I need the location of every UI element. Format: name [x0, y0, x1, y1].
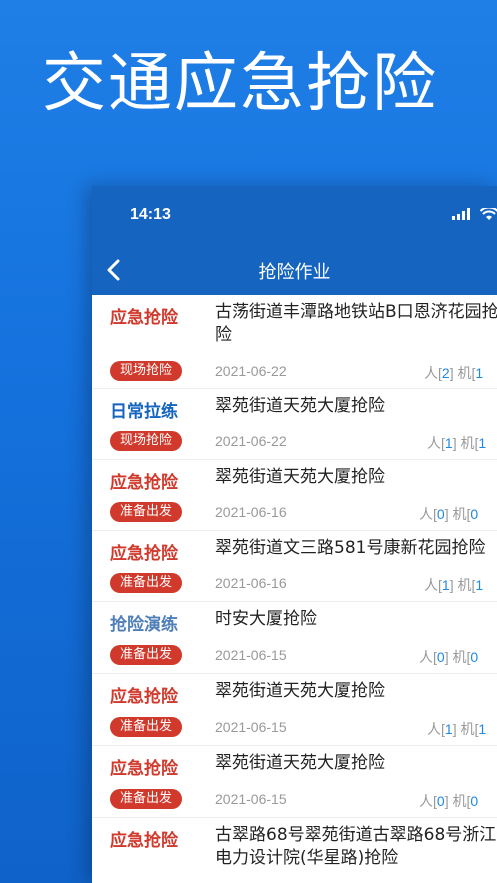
- status-badge: 现场抢险: [110, 431, 183, 451]
- status-bar: 14:13: [92, 186, 497, 246]
- rescue-date: 2021-06-15: [215, 791, 287, 807]
- back-arrow-icon[interactable]: [104, 258, 124, 282]
- nav-bar: 抢险作业: [92, 246, 497, 295]
- rescue-title: 古荡街道丰潭路地铁站B口恩济花园抢险: [215, 302, 497, 345]
- hero-title: 交通应急抢险: [42, 47, 438, 121]
- rescue-date: 2021-06-15: [215, 647, 287, 663]
- list-item[interactable]: 日常拉练 翠苑街道天苑大厦抢险 现场抢险 2021-06-22 人[1] 机[1: [92, 389, 497, 460]
- status-badge: 准备出发: [110, 502, 183, 522]
- resource-stats: 人[1] 机[1: [424, 577, 484, 593]
- rescue-type: 日常拉练: [110, 402, 178, 422]
- status-badge: 准备出发: [110, 645, 183, 665]
- rescue-type: 应急抢险: [110, 831, 178, 851]
- rescue-date: 2021-06-22: [215, 363, 287, 379]
- rescue-date: 2021-06-22: [215, 433, 287, 449]
- nav-title: 抢险作业: [258, 261, 331, 283]
- rescue-list: 应急抢险 古荡街道丰潭路地铁站B口恩济花园抢险 现场抢险 2021-06-22 …: [92, 295, 497, 883]
- rescue-date: 2021-06-16: [215, 504, 287, 520]
- status-badge: 准备出发: [110, 717, 183, 737]
- resource-stats: 人[1] 机[1: [427, 721, 487, 737]
- rescue-type: 应急抢险: [110, 308, 178, 328]
- resource-stats: 人[0] 机[0: [419, 649, 479, 665]
- resource-stats: 人[0] 机[0: [419, 506, 479, 522]
- resource-stats: 人[2] 机[1: [424, 365, 484, 381]
- signal-icon: [452, 208, 470, 220]
- list-item[interactable]: 应急抢险 翠苑街道天苑大厦抢险 准备出发 2021-06-15 人[0] 机[0: [92, 746, 497, 818]
- wifi-icon: [480, 208, 497, 220]
- rescue-type: 应急抢险: [110, 759, 178, 779]
- rescue-type: 抢险演练: [110, 615, 178, 635]
- resource-stats: 人[0] 机[0: [419, 793, 479, 809]
- list-item[interactable]: 应急抢险 古荡街道丰潭路地铁站B口恩济花园抢险 现场抢险 2021-06-22 …: [92, 295, 497, 389]
- rescue-title: 古翠路68号翠苑街道古翠路68号浙江省电力设计院(华星路)抢险: [215, 825, 497, 868]
- list-item[interactable]: 应急抢险 古翠路68号翠苑街道古翠路68号浙江省电力设计院(华星路)抢险: [92, 818, 497, 883]
- rescue-title: 翠苑街道天苑大厦抢险: [215, 753, 385, 773]
- rescue-title: 翠苑街道天苑大厦抢险: [215, 681, 385, 701]
- rescue-title: 翠苑街道天苑大厦抢险: [215, 396, 385, 416]
- rescue-type: 应急抢险: [110, 687, 178, 707]
- status-time: 14:13: [130, 206, 171, 223]
- phone-screen: 14:13 抢险作业 应急抢险 古荡街道丰潭路地铁站B口恩济花园抢险 现场抢险: [92, 186, 497, 883]
- rescue-title: 翠苑街道文三路581号康新花园抢险: [215, 538, 486, 558]
- rescue-date: 2021-06-15: [215, 719, 287, 735]
- list-item[interactable]: 抢险演练 时安大厦抢险 准备出发 2021-06-15 人[0] 机[0: [92, 602, 497, 674]
- list-item[interactable]: 应急抢险 翠苑街道天苑大厦抢险 准备出发 2021-06-16 人[0] 机[0: [92, 460, 497, 531]
- rescue-type: 应急抢险: [110, 473, 178, 493]
- status-badge: 准备出发: [110, 573, 183, 593]
- rescue-title: 翠苑街道天苑大厦抢险: [215, 467, 385, 487]
- list-item[interactable]: 应急抢险 翠苑街道文三路581号康新花园抢险 准备出发 2021-06-16 人…: [92, 531, 497, 602]
- status-badge: 现场抢险: [110, 361, 183, 381]
- rescue-title: 时安大厦抢险: [215, 609, 317, 629]
- rescue-date: 2021-06-16: [215, 575, 287, 591]
- rescue-type: 应急抢险: [110, 544, 178, 564]
- status-icons: [452, 208, 497, 221]
- status-badge: 准备出发: [110, 789, 183, 809]
- resource-stats: 人[1] 机[1: [427, 435, 487, 451]
- list-item[interactable]: 应急抢险 翠苑街道天苑大厦抢险 准备出发 2021-06-15 人[1] 机[1: [92, 674, 497, 746]
